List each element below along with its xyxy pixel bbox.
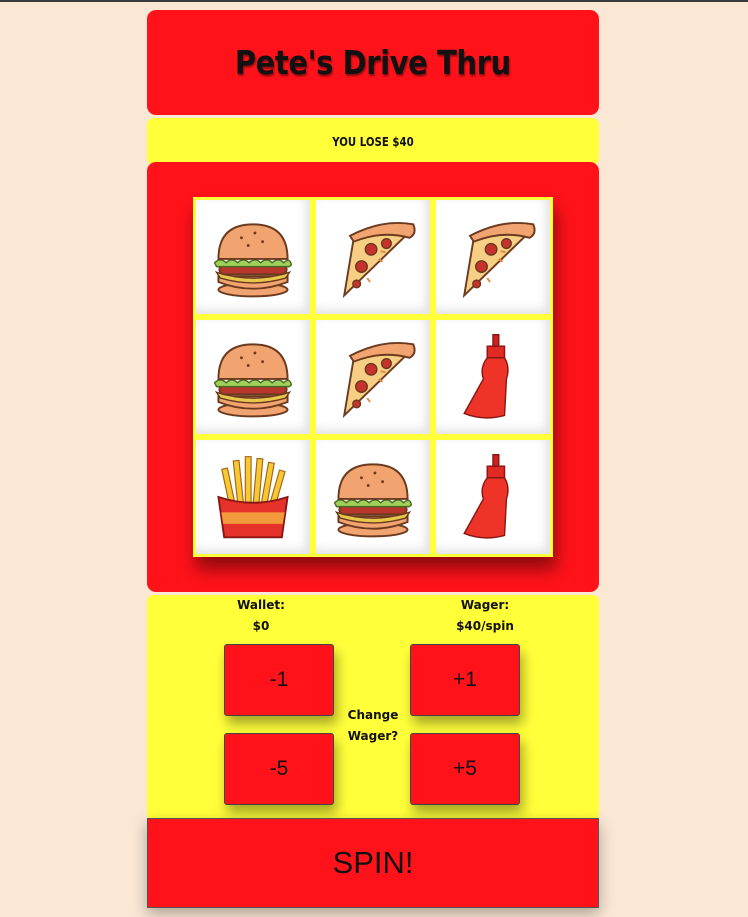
reel-cell: [316, 320, 430, 434]
header-panel: Pete's Drive Thru: [147, 10, 599, 115]
wallet-value: $0: [252, 619, 270, 633]
wager-minus-5-button[interactable]: -5: [224, 733, 334, 805]
result-banner: YOU LOSE $40: [147, 118, 599, 165]
ketchup-icon: [463, 334, 509, 419]
reel-board: [147, 162, 599, 592]
change-wager-label: Change Wager?: [333, 705, 413, 747]
spin-button[interactable]: SPIN!: [147, 818, 599, 908]
burger-icon: [213, 223, 293, 298]
reel-cell: [316, 440, 430, 554]
reel-cell: [436, 440, 550, 554]
wallet-display: Wallet: $0: [211, 595, 311, 637]
reel-cell: [196, 440, 310, 554]
page-title: Pete's Drive Thru: [235, 43, 511, 82]
reel-cell: [436, 200, 550, 314]
ketchup-icon: [463, 454, 509, 539]
wager-controls: Wallet: $0 Wager: $40/spin -1 +1 -5 +5 C…: [147, 595, 599, 820]
wallet-label: Wallet:: [237, 598, 285, 612]
pizza-icon: [342, 341, 416, 419]
reel-cell: [436, 320, 550, 434]
wager-minus-1-button[interactable]: -1: [224, 644, 334, 716]
change-wager-label-line2: Wager?: [347, 729, 399, 743]
fries-icon: [217, 456, 289, 539]
pizza-icon: [462, 221, 536, 299]
reel-cell: [196, 200, 310, 314]
window-top-border: [0, 0, 748, 2]
reel-cell: [316, 200, 430, 314]
wager-value: $40/spin: [456, 619, 514, 633]
wager-display: Wager: $40/spin: [435, 595, 535, 637]
wager-label: Wager:: [460, 598, 510, 612]
result-message: YOU LOSE $40: [332, 134, 414, 149]
wager-plus-5-button[interactable]: +5: [410, 733, 520, 805]
reel-grid: [193, 197, 553, 557]
pizza-icon: [342, 221, 416, 299]
change-wager-label-line1: Change: [347, 708, 399, 722]
wager-plus-1-button[interactable]: +1: [410, 644, 520, 716]
reel-cell: [196, 320, 310, 434]
burger-icon: [213, 343, 293, 418]
burger-icon: [333, 463, 413, 538]
